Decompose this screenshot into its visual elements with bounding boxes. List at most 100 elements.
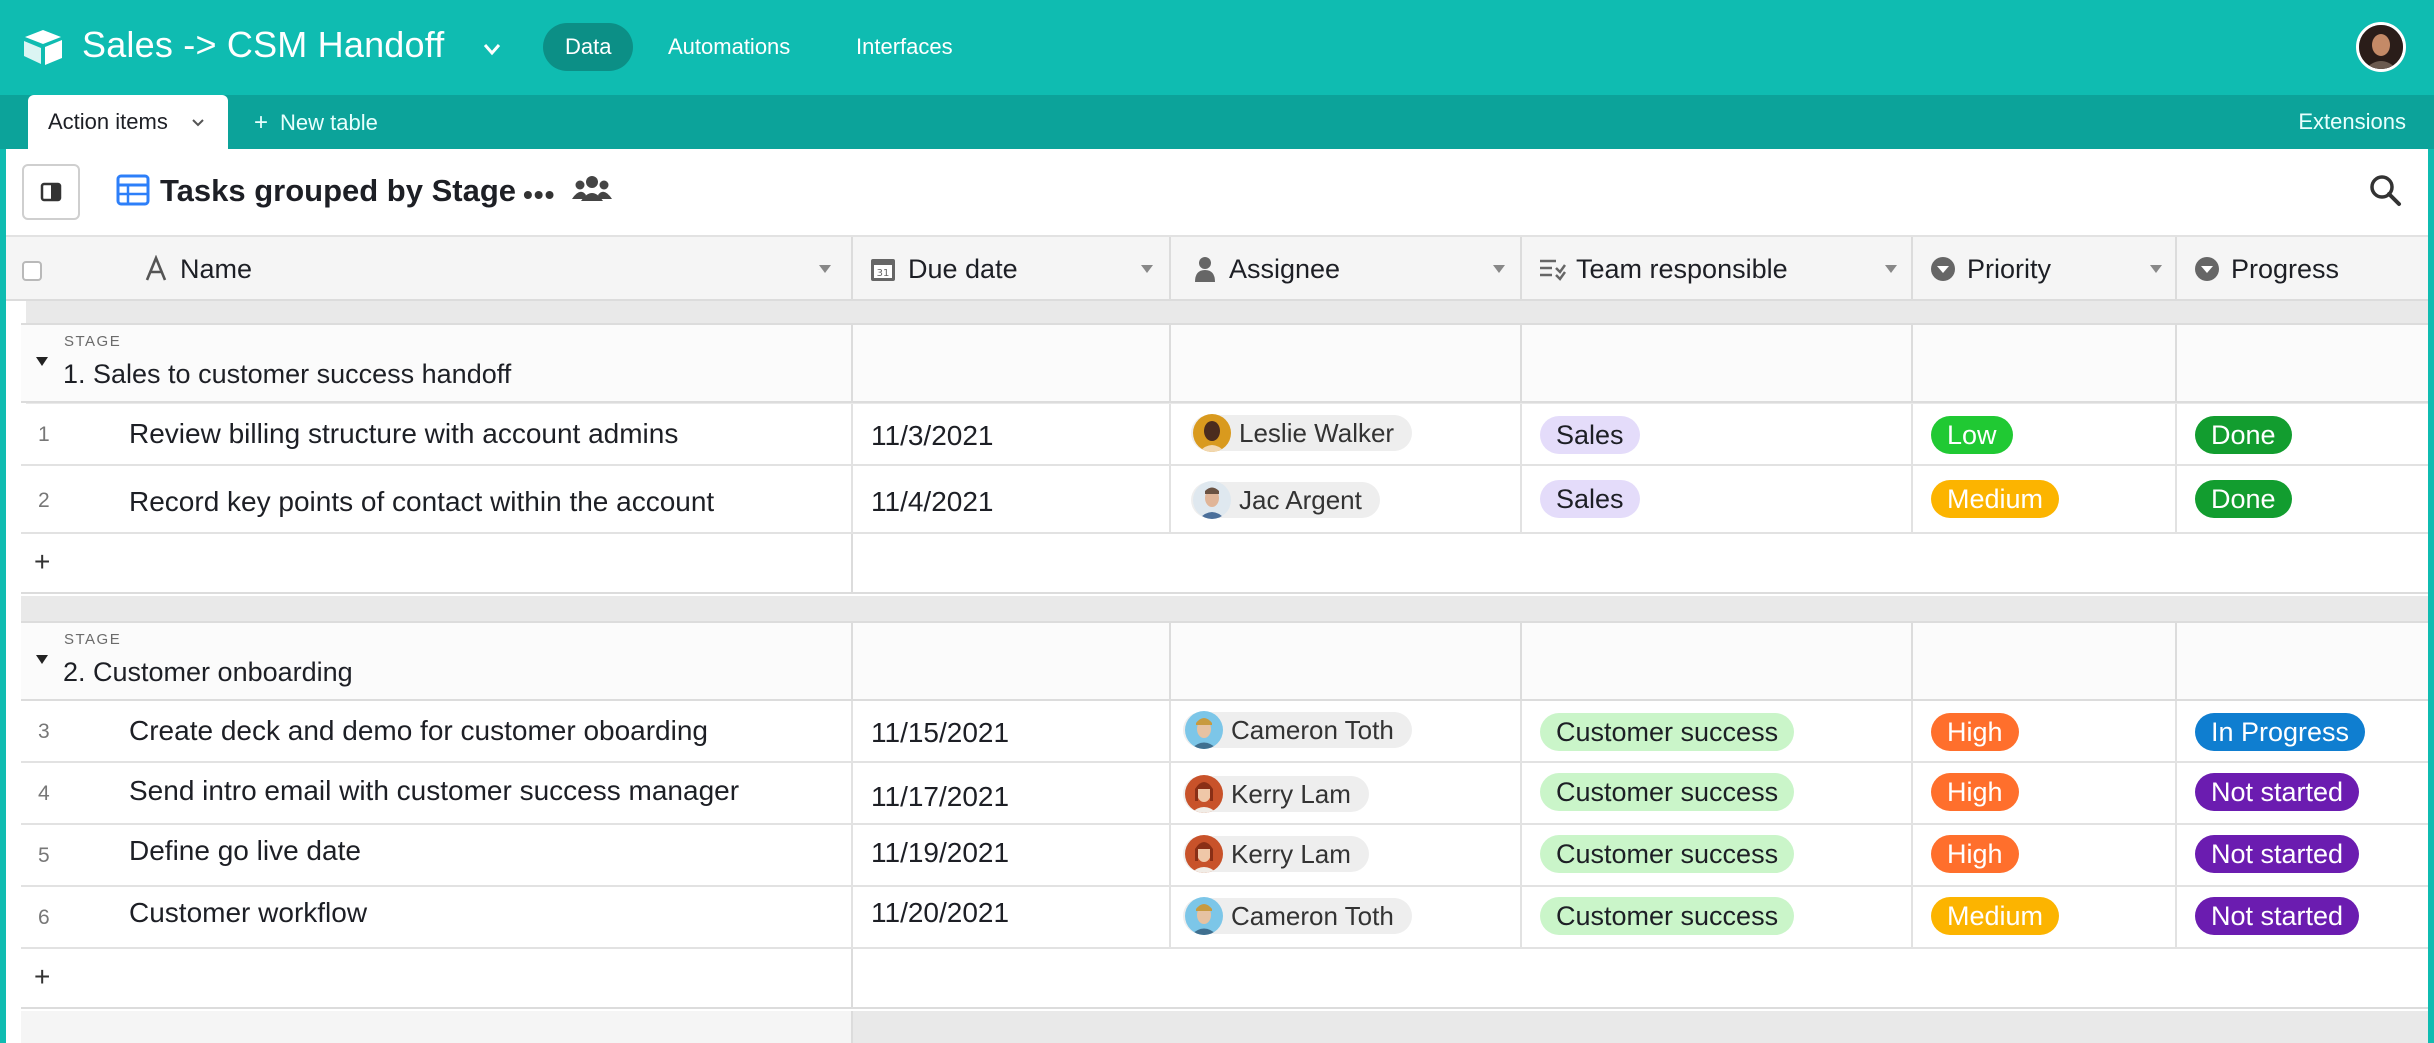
chevron-down-icon[interactable] — [1140, 264, 1154, 274]
chevron-down-icon[interactable] — [478, 36, 506, 62]
chevron-down-icon[interactable] — [818, 264, 832, 274]
progress-cell[interactable]: Not started — [2177, 825, 2428, 885]
column-header-assignee[interactable]: Assignee — [1171, 237, 1522, 301]
group-header[interactable]: STAGE 2. Customer onboarding — [21, 621, 2428, 701]
nav-data[interactable]: Data — [543, 23, 634, 71]
due-date-cell[interactable]: 11/15/2021 — [853, 701, 1171, 761]
view-title[interactable]: Tasks grouped by Stage — [160, 173, 516, 209]
due-date-cell[interactable]: 11/3/2021 — [853, 404, 1171, 464]
column-due-date-label: Due date — [908, 254, 1018, 284]
add-record-row[interactable]: + — [21, 534, 2428, 594]
due-date-cell[interactable]: 11/19/2021 — [853, 825, 1171, 885]
name-cell[interactable]: 1 Review billing structure with account … — [21, 404, 853, 464]
new-table-label: New table — [280, 110, 378, 135]
new-table-button[interactable]: + New table — [254, 109, 378, 137]
nav-automations[interactable]: Automations — [646, 23, 812, 71]
progress-cell[interactable]: Not started — [2177, 763, 2428, 823]
table-row[interactable]: 3 Create deck and demo for customer oboa… — [21, 701, 2428, 763]
column-header-name[interactable]: Name — [6, 237, 853, 301]
add-record-button[interactable]: + — [34, 546, 50, 578]
task-name: Record key points of contact within the … — [129, 486, 715, 517]
base-title[interactable]: Sales -> CSM Handoff — [82, 24, 445, 66]
collaborators-icon[interactable] — [572, 173, 612, 205]
name-cell[interactable]: 4 Send intro email with customer success… — [21, 763, 853, 823]
select-all-checkbox[interactable] — [22, 261, 42, 281]
avatar — [1185, 711, 1223, 749]
column-header-due-date[interactable]: 31 Due date — [853, 237, 1171, 301]
user-field-icon — [1195, 257, 1215, 282]
table-row[interactable]: 6 Customer workflow 11/20/2021 Cameron T… — [21, 887, 2428, 949]
table-row[interactable]: 1 Review billing structure with account … — [21, 404, 2428, 466]
nav-interfaces[interactable]: Interfaces — [834, 23, 975, 71]
team-cell[interactable]: Customer success — [1522, 701, 1913, 761]
base-logo-icon[interactable] — [22, 28, 64, 66]
group-header[interactable]: STAGE 1. Sales to customer success hando… — [21, 323, 2428, 403]
due-date-cell[interactable]: 11/20/2021 — [853, 887, 1171, 947]
table-row[interactable]: 2 Record key points of contact within th… — [21, 466, 2428, 534]
team-cell[interactable]: Customer success — [1522, 887, 1913, 947]
table-row[interactable]: 5 Define go live date 11/19/2021 Kerry L… — [21, 825, 2428, 887]
name-cell[interactable]: 6 Customer workflow — [21, 887, 853, 947]
assignee-cell[interactable]: Cameron Toth — [1171, 701, 1522, 761]
avatar — [1193, 481, 1231, 519]
chevron-down-icon[interactable] — [1884, 264, 1898, 274]
chevron-down-icon[interactable] — [1492, 264, 1506, 274]
search-icon[interactable] — [2366, 171, 2404, 209]
grid-view-icon — [116, 174, 150, 206]
name-cell[interactable]: 5 Define go live date — [21, 825, 853, 885]
collapse-triangle-icon[interactable] — [34, 355, 50, 367]
group-header-cell — [1171, 325, 1522, 403]
priority-cell[interactable]: High — [1913, 825, 2177, 885]
priority-cell[interactable]: Low — [1913, 404, 2177, 464]
name-cell[interactable]: 3 Create deck and demo for customer oboa… — [21, 701, 853, 761]
progress-cell[interactable]: In Progress — [2177, 701, 2428, 761]
team-cell[interactable]: Customer success — [1522, 825, 1913, 885]
group-header-cell: STAGE 1. Sales to customer success hando… — [21, 325, 853, 403]
group-header-cell: STAGE 2. Customer onboarding — [21, 623, 853, 701]
team-cell[interactable]: Sales — [1522, 404, 1913, 464]
progress-cell[interactable]: Not started — [2177, 887, 2428, 947]
progress-cell[interactable]: Done — [2177, 404, 2428, 464]
sidebar-icon — [40, 182, 62, 202]
progress-tag: Not started — [2195, 897, 2360, 935]
priority-tag: High — [1931, 773, 2019, 811]
add-record-row[interactable]: + — [21, 949, 2428, 1009]
row-number: 3 — [38, 720, 50, 743]
group-header-cell — [1171, 623, 1522, 701]
assignee-cell[interactable]: Leslie Walker — [1171, 404, 1522, 464]
add-record-button[interactable]: + — [34, 961, 50, 993]
user-avatar[interactable] — [2356, 22, 2406, 72]
chevron-down-icon[interactable] — [190, 114, 206, 130]
priority-cell[interactable]: High — [1913, 701, 2177, 761]
table-row[interactable]: 4 Send intro email with customer success… — [21, 763, 2428, 825]
column-header-priority[interactable]: Priority — [1913, 237, 2177, 301]
progress-cell[interactable]: Done — [2177, 466, 2428, 532]
column-progress-label: Progress — [2231, 254, 2340, 284]
team-tag: Customer success — [1540, 713, 1795, 751]
assignee-cell[interactable]: Cameron Toth — [1171, 887, 1522, 947]
due-date-cell[interactable]: 11/4/2021 — [853, 466, 1171, 532]
team-cell[interactable]: Customer success — [1522, 763, 1913, 823]
tab-label: Action items — [48, 109, 168, 134]
assignee-cell[interactable]: Kerry Lam — [1171, 763, 1522, 823]
column-assignee-label: Assignee — [1229, 254, 1341, 284]
chevron-down-icon[interactable] — [2149, 264, 2163, 274]
due-date: 11/15/2021 — [871, 717, 1010, 748]
more-options-icon[interactable]: ••• — [523, 179, 555, 211]
extensions-button[interactable]: Extensions — [2298, 109, 2406, 135]
due-date-cell[interactable]: 11/17/2021 — [853, 763, 1171, 823]
plus-icon: + — [254, 109, 269, 136]
column-header-progress[interactable]: Progress — [2177, 237, 2428, 301]
sidebar-toggle-button[interactable] — [22, 164, 80, 220]
collapse-triangle-icon[interactable] — [34, 653, 50, 665]
tab-action-items[interactable]: Action items — [28, 95, 228, 149]
priority-cell[interactable]: Medium — [1913, 466, 2177, 532]
column-header-team[interactable]: Team responsible — [1522, 237, 1913, 301]
priority-cell[interactable]: High — [1913, 763, 2177, 823]
team-cell[interactable]: Sales — [1522, 466, 1913, 532]
name-cell[interactable]: 2 Record key points of contact within th… — [21, 466, 853, 532]
assignee-name: Cameron Toth — [1231, 715, 1394, 745]
assignee-cell[interactable]: Jac Argent — [1171, 466, 1522, 532]
priority-cell[interactable]: Medium — [1913, 887, 2177, 947]
assignee-cell[interactable]: Kerry Lam — [1171, 825, 1522, 885]
